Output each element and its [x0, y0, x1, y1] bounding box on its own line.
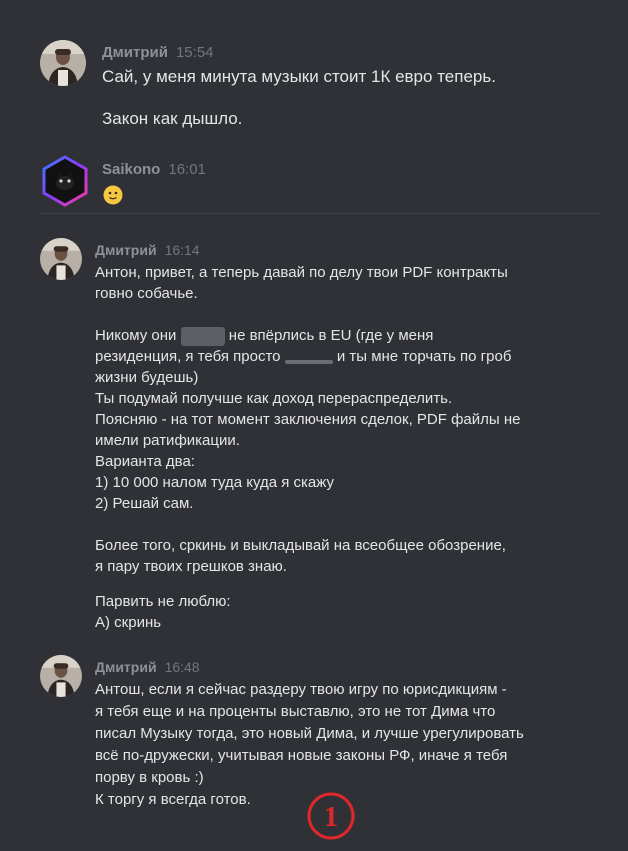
message-line: говно собачье.	[95, 285, 198, 302]
message-line: Парвить не люблю:	[95, 593, 231, 610]
message-text: и ты мне торчать по гроб	[336, 348, 512, 365]
message-header: Дмитрий 16:48	[95, 659, 200, 675]
avatar-photo-icon	[40, 40, 86, 86]
avatar-saikono[interactable]	[38, 154, 92, 208]
message-text: Никому они	[95, 327, 177, 344]
message-line: порву в кровь :)	[95, 769, 204, 786]
message-divider	[40, 213, 600, 214]
message-header: Saikono 16:01	[102, 161, 206, 178]
message-content: Антон, привет, а теперь давай по делу тв…	[95, 262, 520, 633]
censored-word	[284, 360, 333, 365]
timestamp: 16:48	[164, 659, 200, 675]
timestamp: 15:54	[175, 44, 214, 61]
message-line: жизни будешь)	[95, 369, 199, 386]
message-line: всё по-дружески, учитывая новые законы Р…	[95, 747, 508, 764]
message-text: не впёрлись в EU (где у меня	[228, 327, 434, 344]
message-line: Закон как дышло.	[102, 109, 243, 128]
message-header: Дмитрий 15:54	[102, 44, 214, 61]
message-line: Никому они не впёрлись в EU (где у меня	[95, 325, 520, 346]
hexagon-logo-icon	[42, 155, 88, 207]
slightly-smiling-face-icon	[103, 185, 123, 205]
avatar-photo-icon	[40, 238, 82, 280]
message-header: Дмитрий 16:14	[95, 242, 200, 258]
message-line: резиденция, я тебя просто и ты мне торча…	[95, 346, 520, 367]
message-line: Более того, сркинь и выкладывай на всеоб…	[95, 537, 506, 554]
author-name[interactable]: Дмитрий	[95, 242, 157, 258]
message-line: А) скринь	[95, 614, 162, 631]
censored-word	[180, 326, 225, 346]
author-name[interactable]: Дмитрий	[95, 659, 157, 675]
timestamp: 16:01	[168, 161, 206, 178]
message-1: Дмитрий 15:54 Сай, у меня минута музыки с…	[0, 0, 628, 150]
message-line: Ты подумай получше как доход перераспред…	[95, 390, 453, 407]
message-line: Варианта два:	[95, 453, 195, 470]
timestamp: 16:14	[164, 242, 200, 258]
avatar-photo-icon	[40, 655, 82, 697]
message-line: имели ратификации.	[95, 432, 240, 449]
message-line: 1) 10 000 налом туда куда я скажу	[95, 474, 334, 491]
avatar-dmitriy[interactable]	[40, 655, 82, 697]
message-line: я пару твоих грешков знаю.	[95, 558, 287, 575]
message-2	[0, 150, 628, 210]
annotation-number-badge: 1	[307, 792, 355, 840]
message-line: 2) Решай сам.	[95, 495, 194, 512]
author-name[interactable]: Дмитрий	[102, 44, 168, 61]
message-text: резиденция, я тебя просто	[95, 348, 281, 365]
avatar-dmitriy[interactable]	[40, 40, 86, 86]
author-name[interactable]: Saikono	[102, 161, 160, 178]
message-line: писал Музыку тогда, это новый Дима, и лу…	[95, 725, 524, 742]
message-line: Антон, привет, а теперь давай по делу тв…	[95, 264, 508, 281]
avatar-dmitriy[interactable]	[40, 238, 82, 280]
message-line: Поясняю - на тот момент заключения сдело…	[95, 411, 521, 428]
message-content: Сай, у меня минута музыки стоит 1К евро …	[102, 66, 496, 130]
message-line: я тебя еще и на проценты выставлю, это н…	[95, 703, 496, 720]
annotation-label: 1	[324, 802, 338, 833]
message-line: Сай, у меня минута музыки стоит 1К евро …	[102, 67, 496, 86]
message-line: Антош, если я сейчас раздеру твою игру п…	[95, 681, 507, 698]
